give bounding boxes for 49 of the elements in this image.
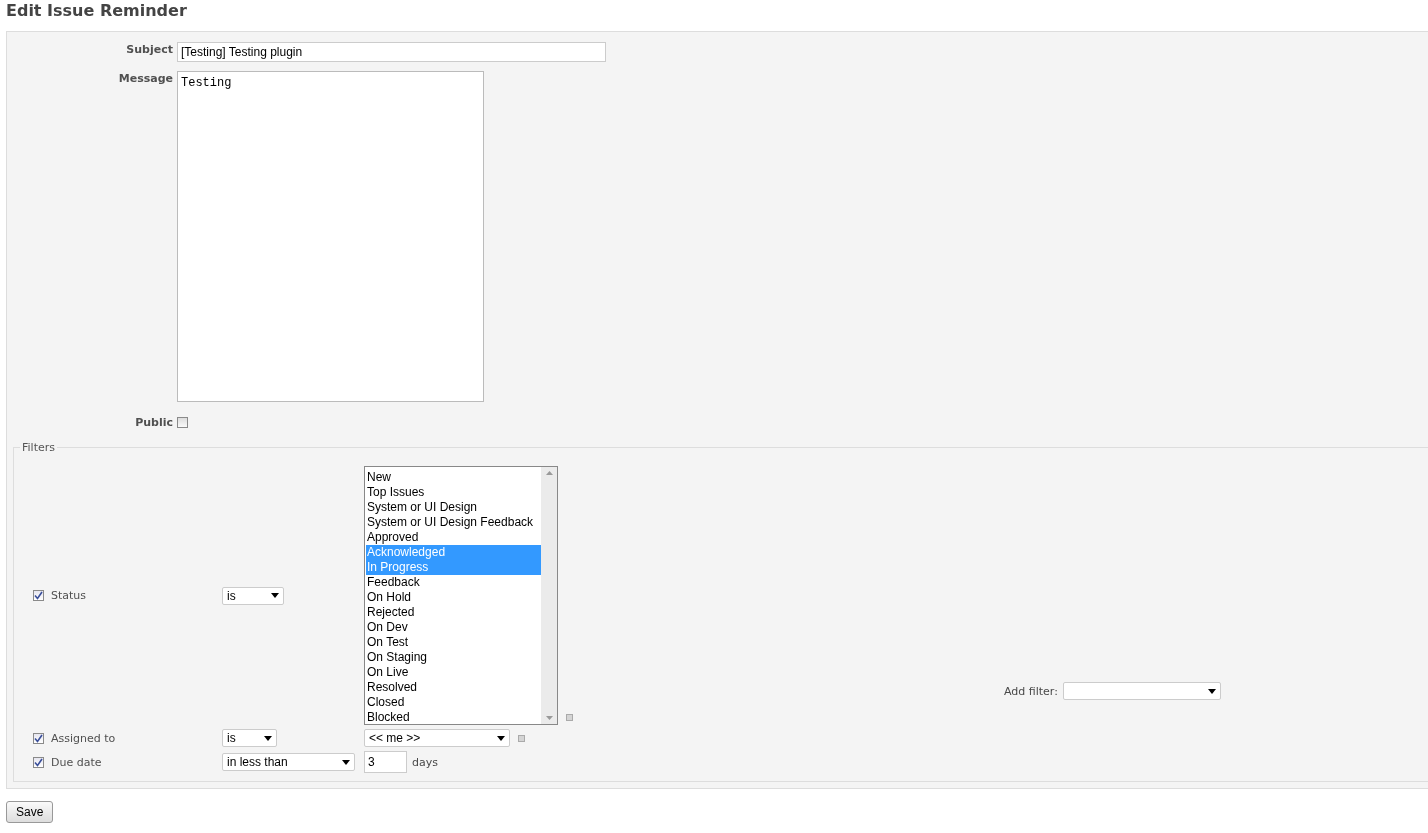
- listbox-option[interactable]: On Staging: [366, 650, 541, 665]
- add-filter-label: Add filter:: [1004, 684, 1058, 698]
- filter-checkbox[interactable]: [33, 756, 44, 768]
- dropdown-arrow-icon: [1207, 688, 1216, 694]
- add-filter-select[interactable]: [1062, 682, 1221, 700]
- listbox-option[interactable]: Closed: [366, 695, 541, 710]
- listbox-option[interactable]: On Test: [366, 635, 541, 650]
- listbox-option[interactable]: Approved: [366, 530, 541, 545]
- message-label: Message: [117, 71, 173, 85]
- toggle-multiselect-icon[interactable]: [518, 734, 525, 742]
- filter-label: Status: [51, 589, 87, 602]
- save-button[interactable]: Save: [6, 801, 54, 823]
- toggle-multiselect-icon[interactable]: [566, 714, 573, 721]
- listbox-option[interactable]: On Dev: [366, 620, 541, 635]
- subject-label: Subject: [125, 42, 173, 56]
- scrollbar[interactable]: [541, 467, 557, 724]
- filter-label: Due date: [51, 755, 102, 769]
- listbox-option[interactable]: System or UI Design Feedback: [366, 515, 541, 530]
- scroll-down-icon[interactable]: [545, 716, 553, 720]
- listbox-option[interactable]: On Live: [366, 665, 541, 680]
- operator-select[interactable]: is: [222, 729, 277, 747]
- filter-checkbox[interactable]: [33, 590, 44, 601]
- listbox-option[interactable]: New: [366, 470, 541, 485]
- listbox-option[interactable]: System or UI Design: [366, 500, 541, 515]
- listbox-option[interactable]: Blocked: [366, 710, 541, 725]
- scroll-up-icon[interactable]: [545, 471, 553, 475]
- listbox-option[interactable]: On Hold: [366, 590, 541, 605]
- listbox-option[interactable]: Feedback: [366, 575, 541, 590]
- message-textarea[interactable]: Testing: [177, 71, 484, 402]
- subject-input[interactable]: [Testing] Testing plugin: [177, 42, 606, 62]
- operator-select[interactable]: is: [222, 586, 284, 605]
- listbox-option[interactable]: Top Issues: [366, 485, 541, 500]
- public-label: Public: [134, 415, 173, 429]
- value-input[interactable]: 3: [364, 751, 407, 773]
- dropdown-arrow-icon: [271, 593, 279, 598]
- dropdown-arrow-icon: [264, 735, 272, 741]
- page-title: Edit Issue Reminder: [5, 0, 188, 22]
- listbox-option[interactable]: Rejected: [366, 605, 541, 620]
- status-listbox[interactable]: New Top Issues System or UI Design System or UI Design Feedback Approved Acknowledged In Progress Feedback On Hold Rejected On Dev On Test On Staging On Live Resolved Closed Blocked: [364, 466, 558, 725]
- dropdown-arrow-icon: [497, 735, 505, 741]
- filters-legend: Filters: [20, 441, 57, 454]
- filter-label: Assigned to: [51, 731, 116, 745]
- dropdown-arrow-icon: [342, 759, 350, 765]
- value-select[interactable]: << me >>: [364, 729, 510, 747]
- unit-label: days: [412, 755, 438, 769]
- listbox-option[interactable]: Resolved: [366, 680, 541, 695]
- filter-checkbox[interactable]: [33, 732, 44, 744]
- public-checkbox[interactable]: [177, 416, 188, 428]
- operator-select[interactable]: in less than: [222, 753, 355, 771]
